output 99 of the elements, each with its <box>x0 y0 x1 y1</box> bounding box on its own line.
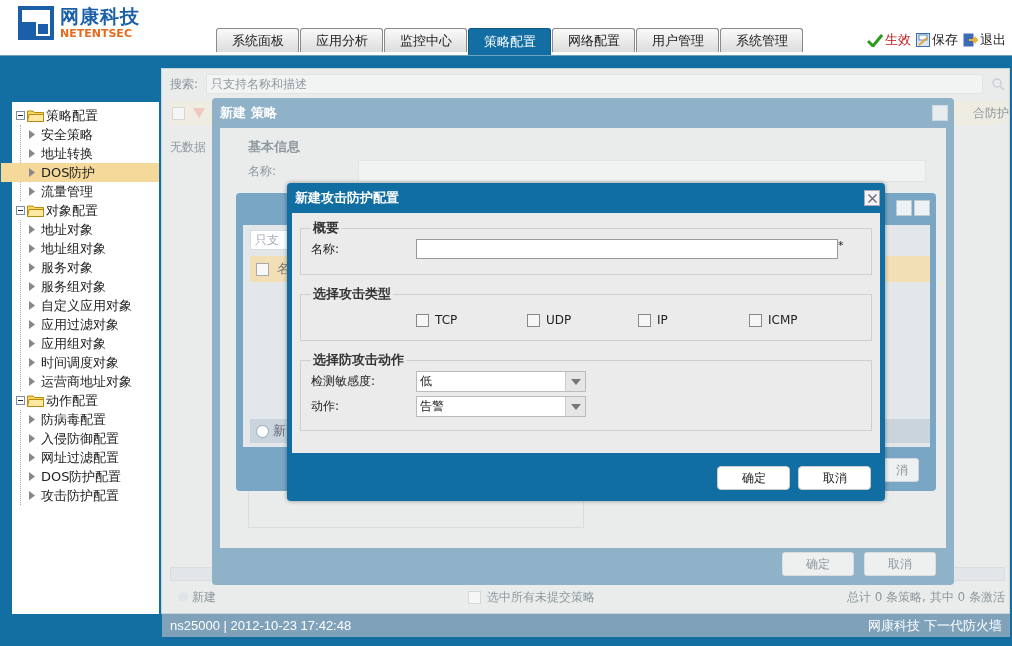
product-name: 网康科技 下一代防火墙 <box>868 616 1002 635</box>
arrow-icon <box>29 415 35 424</box>
input-field[interactable] <box>358 160 926 182</box>
arrow-icon <box>29 320 35 329</box>
save-icon <box>916 33 930 47</box>
tree-item[interactable]: 入侵防御配置 <box>1 429 159 448</box>
close-button[interactable] <box>864 190 880 206</box>
tree-item[interactable]: 服务对象 <box>1 258 159 277</box>
checkbox-label: 选中所有未提交策略 <box>486 588 595 606</box>
tree-item[interactable]: 自定义应用对象 <box>1 296 159 315</box>
checkbox-label: ICMP <box>768 313 798 327</box>
tree-item[interactable]: 地址转换 <box>1 144 159 163</box>
name-field[interactable] <box>416 239 838 259</box>
caret-icon <box>570 403 581 410</box>
status-text: ns25000 | 2012-10-23 17:42:48 <box>170 618 352 633</box>
tree-item[interactable]: 时间调度对象 <box>1 353 159 372</box>
section-title: 基本信息 <box>248 138 301 156</box>
arrow-icon <box>29 225 35 234</box>
logo-icon <box>18 5 54 40</box>
tree-item[interactable]: 安全策略 <box>1 125 159 144</box>
tree-item[interactable]: 流量管理 <box>1 182 159 201</box>
checkbox-label: IP <box>657 313 668 327</box>
apply-button[interactable]: 生效 <box>867 31 911 49</box>
column-header: 合防护 <box>973 104 1009 122</box>
dropdown[interactable]: 告警 <box>416 396 586 417</box>
tree-item[interactable]: 攻击防护配置 <box>1 486 159 505</box>
arrow-icon <box>29 301 35 310</box>
tree-item[interactable]: 应用过滤对象 <box>1 315 159 334</box>
tree-item[interactable]: 运营商地址对象 <box>1 372 159 391</box>
tree-item[interactable]: 地址组对象 <box>1 239 159 258</box>
arrow-icon <box>29 491 35 500</box>
exit-button[interactable]: 退出 <box>963 31 1006 49</box>
dialog-button[interactable]: 取消 <box>798 466 871 490</box>
dialog-title: 新建 策略 <box>220 104 277 122</box>
check-icon <box>867 33 883 47</box>
collapse-icon[interactable] <box>16 206 25 215</box>
tree-item[interactable]: DOS防护配置 <box>1 467 159 486</box>
logo-subtitle: NETENTSEC <box>60 27 133 39</box>
arrow-icon <box>29 453 35 462</box>
tree-item[interactable]: 服务组对象 <box>1 277 159 296</box>
search-field[interactable]: 只支持名称和描述 <box>206 74 983 94</box>
arrow-icon <box>29 187 35 196</box>
section-title: 选择防攻击动作 <box>312 351 405 369</box>
tree-folder[interactable]: 策略配置 <box>46 106 98 125</box>
arrow-icon <box>29 472 35 481</box>
arrow-icon <box>29 168 35 177</box>
collapse-icon[interactable] <box>16 111 25 120</box>
arrow-icon <box>29 244 35 253</box>
field-label: 动作: <box>311 398 341 415</box>
folder-icon <box>27 109 44 122</box>
checkbox-label: UDP <box>546 313 572 327</box>
search-label: 搜索: <box>170 75 199 93</box>
arrow-icon <box>29 377 35 386</box>
exit-icon <box>963 33 978 47</box>
summary-text: 总计 0 条策略, 其中 0 条激活 <box>846 588 1005 606</box>
tree-item[interactable]: 应用组对象 <box>1 334 159 353</box>
tree-item[interactable]: 地址对象 <box>1 220 159 239</box>
arrow-icon <box>29 434 35 443</box>
checkbox[interactable] <box>416 313 429 327</box>
logo-name: 网康科技 <box>60 6 140 26</box>
arrow-icon <box>29 358 35 367</box>
collapse-icon[interactable] <box>16 396 25 405</box>
arrow-icon <box>29 263 35 272</box>
tree-item[interactable]: 网址过滤配置 <box>1 448 159 467</box>
arrow-icon <box>29 282 35 291</box>
nav-tab[interactable]: 系统面板 <box>216 28 299 52</box>
nav-tab[interactable]: 策略配置 <box>468 28 551 55</box>
field-label: 名称: <box>311 240 341 258</box>
dropdown[interactable]: 低 <box>416 371 586 392</box>
nav-tab[interactable]: 用户管理 <box>636 28 719 52</box>
nav-tab[interactable]: 系统管理 <box>720 28 803 52</box>
add-button[interactable]: 新 <box>256 422 286 440</box>
caret-icon <box>570 378 581 385</box>
checkbox[interactable] <box>256 262 269 276</box>
section-title: 概要 <box>311 219 340 237</box>
checkbox[interactable] <box>638 313 651 327</box>
tree-folder[interactable]: 动作配置 <box>46 391 98 410</box>
arrow-icon <box>29 149 35 158</box>
folder-icon <box>27 394 44 407</box>
save-button[interactable]: 保存 <box>916 31 958 49</box>
folder-icon <box>27 204 44 217</box>
tree-item[interactable]: DOS防护 <box>1 163 159 182</box>
nav-tab[interactable]: 网络配置 <box>552 28 635 52</box>
nav-tab[interactable]: 监控中心 <box>384 28 467 52</box>
required-mark: * <box>838 239 844 252</box>
empty-message: 无数据 <box>170 139 206 156</box>
tree-folder[interactable]: 对象配置 <box>46 201 98 220</box>
section-title: 选择攻击类型 <box>312 285 392 303</box>
arrow-icon <box>29 339 35 348</box>
nav-tab[interactable]: 应用分析 <box>300 28 383 52</box>
field-label: 检测敏感度: <box>311 373 377 390</box>
checkbox[interactable] <box>527 313 540 327</box>
tree-item[interactable]: 防病毒配置 <box>1 410 159 429</box>
dialog-title: 新建攻击防护配置 <box>295 189 399 207</box>
checkbox-label: TCP <box>435 313 458 327</box>
dialog-button[interactable]: 确定 <box>717 466 790 490</box>
field-label: 名称: <box>248 162 278 180</box>
arrow-icon <box>29 130 35 139</box>
checkbox[interactable] <box>749 313 762 327</box>
